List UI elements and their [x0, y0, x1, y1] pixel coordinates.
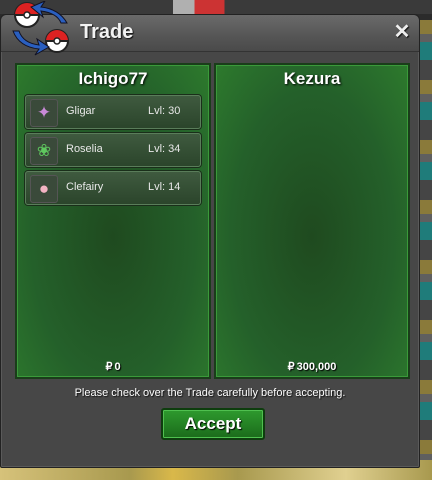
clefairy-sprite-icon: ● — [30, 175, 58, 203]
currency-symbol: ₽ — [287, 361, 295, 373]
pokemon-name: Gligar — [66, 105, 96, 117]
currency-symbol: ₽ — [105, 361, 113, 373]
money-amount: 300,000 — [296, 361, 337, 373]
background-scenery-right — [418, 20, 432, 460]
partner-offer-panel: Kezura ₽300,000 — [214, 63, 410, 379]
trade-window: Trade ✕ Ichigo77 ✦ Gligar Lvl: 30 ❀ Rose… — [0, 1, 420, 468]
pokeball-trade-logo-icon — [12, 1, 69, 56]
my-player-name: Ichigo77 — [78, 69, 148, 88]
roselia-sprite-icon: ❀ — [30, 137, 58, 165]
offered-pokemon-slot[interactable]: ✦ Gligar Lvl: 30 — [25, 95, 201, 129]
partner-player-name: Kezura — [283, 69, 341, 88]
accept-button[interactable]: Accept — [161, 408, 265, 440]
pokemon-level: Lvl: 30 — [148, 105, 181, 117]
partner-money-offer: ₽300,000 — [216, 360, 408, 373]
pokemon-level: Lvl: 14 — [148, 181, 181, 193]
trade-notice: Please check over the Trade carefully be… — [74, 387, 346, 399]
window-title: Trade — [80, 21, 134, 43]
gligar-sprite-icon: ✦ — [30, 99, 58, 127]
close-icon[interactable]: ✕ — [391, 21, 413, 43]
offered-pokemon-slot[interactable]: ● Clefairy Lvl: 14 — [25, 171, 201, 205]
my-offer-panel: Ichigo77 ✦ Gligar Lvl: 30 ❀ Roselia Lvl:… — [15, 63, 211, 379]
pokemon-name: Clefairy — [66, 181, 104, 193]
pokemon-name: Roselia — [66, 143, 103, 155]
my-money-offer: ₽0 — [17, 360, 209, 373]
pokemon-level: Lvl: 34 — [148, 143, 181, 155]
money-amount: 0 — [114, 361, 121, 373]
offered-pokemon-slot[interactable]: ❀ Roselia Lvl: 34 — [25, 133, 201, 167]
